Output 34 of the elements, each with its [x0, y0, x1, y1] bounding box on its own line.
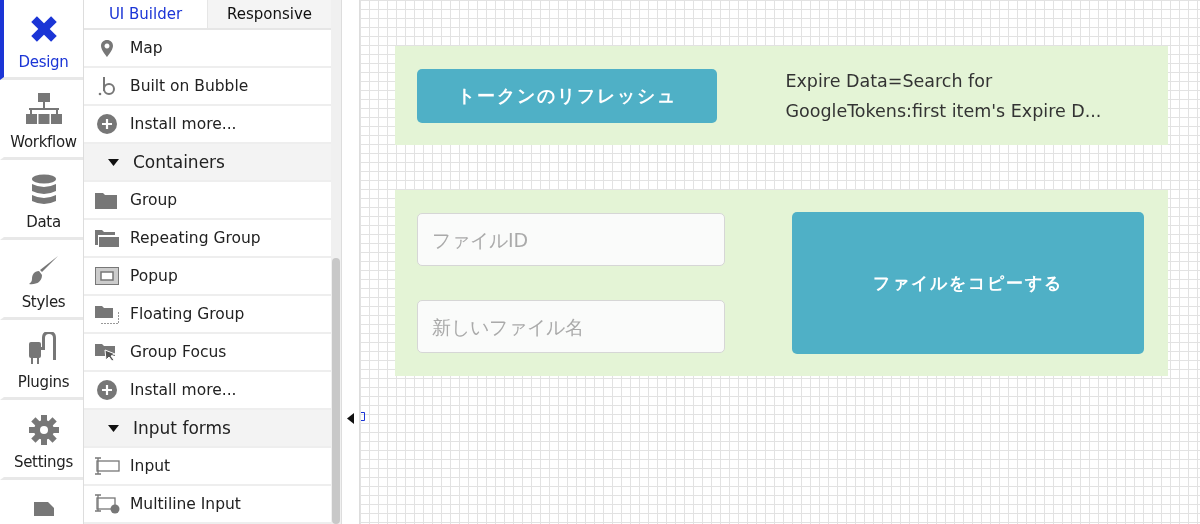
b-logo-icon [98, 76, 116, 96]
category-header[interactable]: Input forms [84, 410, 331, 448]
multiline-input-icon [94, 494, 120, 514]
sitemap-icon [23, 92, 64, 126]
popup-icon [95, 267, 119, 285]
element-item[interactable]: Repeating Group [84, 220, 331, 258]
text-input-icon [94, 457, 120, 475]
settings-icon [27, 414, 60, 446]
database-icon [30, 174, 57, 206]
expression-text: Expire Data=Search for GoogleTokens:first item's Expire D... [785, 69, 1103, 123]
scrollbar-thumb[interactable] [332, 258, 340, 524]
plus-circle-icon [97, 380, 117, 400]
category-header[interactable]: Containers [84, 144, 331, 182]
collapse-arrow-icon[interactable] [347, 413, 354, 424]
new-file-name-field[interactable]: 新しいファイル名 [417, 300, 725, 353]
element-item[interactable]: Group Focus [84, 334, 331, 372]
element-item[interactable]: Popup [84, 258, 331, 296]
nav-tab[interactable]: Settings [0, 400, 83, 480]
nav-tab[interactable]: Styles [0, 240, 83, 320]
floating-folder-icon [95, 304, 119, 324]
nav-tab[interactable]: Plugins [0, 320, 83, 400]
brush-icon [27, 254, 60, 286]
element-item[interactable]: Group [84, 182, 331, 220]
folder-icon [95, 191, 119, 209]
bracket-handle-icon[interactable] [361, 412, 365, 421]
plus-circle-icon [97, 114, 117, 134]
file-id-field[interactable]: ファイルID [417, 213, 725, 266]
nav-tab[interactable]: Data [0, 160, 83, 240]
panel-tab[interactable]: Responsive [208, 0, 331, 28]
element-item[interactable]: Multiline Input [84, 486, 331, 524]
nav-tab[interactable]: Design [0, 0, 83, 80]
nav-tab[interactable]: Workflow [0, 80, 83, 160]
folders-icon [95, 229, 119, 247]
map-pin-icon [101, 39, 113, 57]
